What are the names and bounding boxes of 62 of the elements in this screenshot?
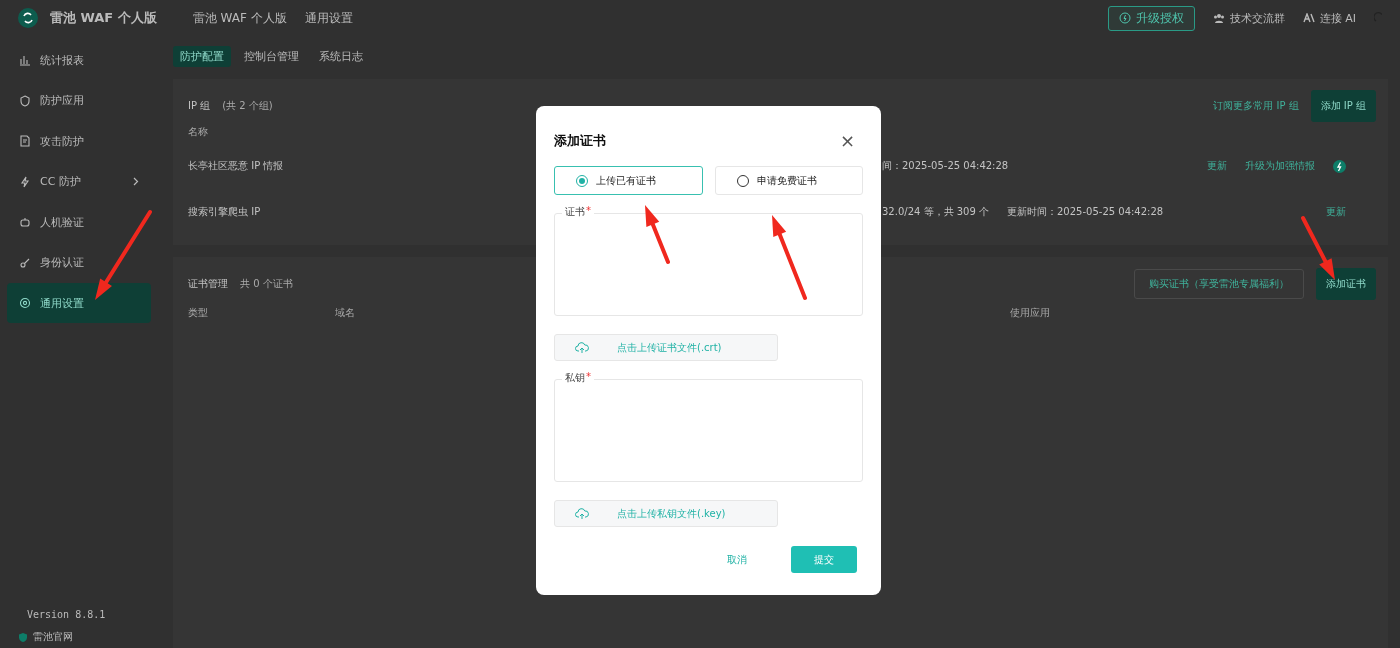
table-cell: 搜索引擎爬虫 IP (188, 205, 261, 219)
annotation-arrow (645, 205, 670, 264)
row-action-link[interactable]: 更新 (1207, 159, 1227, 173)
sidebar-item[interactable]: 防护应用 (7, 80, 151, 121)
shield-icon (19, 632, 27, 642)
upload-cloud-icon (575, 507, 589, 520)
buy-certificate-button[interactable]: 购买证书（享受雷池专属福利） (1134, 269, 1304, 299)
upgrade-button[interactable]: 升级授权 (1107, 5, 1195, 31)
annotation-arrow (1301, 216, 1335, 280)
column-header: 类型 (188, 306, 208, 320)
section-title: IP 组 (188, 99, 211, 113)
group-count: (共 2 个组) (222, 99, 273, 113)
table-cell: 32.0/24 等，共 309 个 (882, 205, 989, 219)
version-text: Version 8.8.1 (26, 609, 107, 620)
table-cell: 长亭社区恶意 IP 情报 (188, 159, 284, 173)
shield-icon (19, 94, 31, 107)
section-title: 证书管理 (188, 277, 228, 291)
column-header: 使用应用 (1010, 306, 1050, 320)
bolt-icon (1118, 12, 1131, 24)
dialog-title: 添加证书 (554, 132, 606, 150)
add-certificate-button[interactable]: 添加证书 (1316, 268, 1376, 300)
breadcrumb-item[interactable]: 雷池 WAF 个人版 (192, 9, 287, 27)
tab[interactable]: 系统日志 (312, 46, 370, 67)
upload-cloud-icon (575, 341, 589, 354)
mode-option[interactable]: 上传已有证书 (554, 166, 703, 195)
bar-chart-icon (19, 54, 31, 66)
required-mark: * (586, 371, 591, 384)
row-action-link[interactable]: 升级为加强情报 (1245, 159, 1315, 173)
document-icon (19, 135, 31, 147)
sidebar-item[interactable]: 身份认证 (7, 242, 151, 283)
field-label: 证书 (565, 205, 585, 219)
key-icon (19, 256, 31, 269)
close-button[interactable]: × (831, 132, 863, 150)
robot-icon (19, 216, 31, 228)
sidebar-item[interactable]: 攻击防护 (7, 121, 151, 161)
header-link[interactable]: 技术交流群 (1212, 10, 1285, 26)
sidebar-item[interactable]: CC 防护 (7, 161, 151, 202)
certificate-count: 共 0 个证书 (240, 277, 293, 291)
mode-option[interactable]: 申请免费证书 (714, 166, 863, 195)
table-cell: 间：2025-05-25 04:42:28 (882, 159, 1009, 173)
subscribe-link[interactable]: 订阅更多常用 IP 组 (1213, 99, 1299, 113)
sidebar-item[interactable]: 通用设置 (7, 283, 151, 323)
sidebar-item[interactable]: 人机验证 (7, 202, 151, 242)
row-action-link[interactable]: 更新 (1326, 205, 1346, 219)
table-cell: 更新时间：2025-05-25 04:42:28 (1007, 205, 1164, 219)
app-logo (18, 8, 38, 28)
ai-logo-icon (1302, 13, 1315, 23)
field-label: 私钥 (565, 371, 585, 385)
website-link[interactable]: 雷池官网 (19, 630, 73, 644)
column-header: 名称 (188, 125, 208, 139)
breadcrumb-item[interactable]: 通用设置 (304, 9, 353, 27)
settings-icon (19, 297, 31, 309)
tab[interactable]: 防护配置 (173, 46, 231, 67)
sidebar-item[interactable]: 统计报表 (7, 40, 151, 80)
add-ip-group-button[interactable]: 添加 IP 组 (1310, 90, 1376, 122)
app-name: 雷池 WAF 个人版 (50, 9, 157, 27)
bolt-icon (19, 175, 31, 188)
header-link[interactable]: 连接 AI (1302, 10, 1356, 26)
tab[interactable]: 控制台管理 (237, 46, 306, 67)
column-header: 域名 (335, 306, 355, 320)
required-mark: * (586, 205, 591, 218)
people-icon (1212, 13, 1225, 23)
